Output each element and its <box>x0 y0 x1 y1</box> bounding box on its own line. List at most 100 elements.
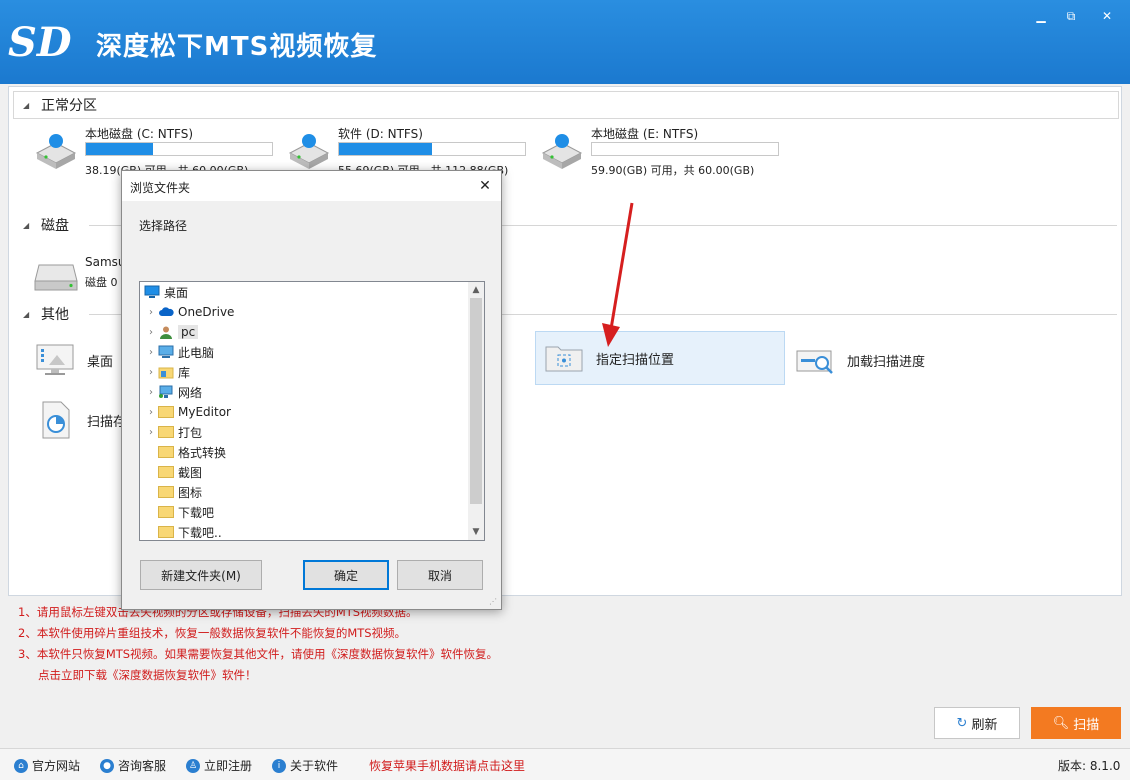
about-link[interactable]: i 关于软件 <box>272 757 338 774</box>
download-link[interactable]: 点击立即下载《深度数据恢复软件》软件！ <box>38 667 257 683</box>
drive-usage-bar <box>338 142 526 156</box>
tree-item[interactable]: 桌面 <box>140 282 466 302</box>
folder-scan-icon <box>542 338 586 378</box>
collapse-triangle-icon: ◢ <box>23 220 30 230</box>
computer-icon <box>158 345 174 359</box>
title-bar: SD 深度松下MTS视频恢复 ▁ ⧉ ✕ <box>0 0 1130 84</box>
hard-drive-icon <box>541 134 583 169</box>
expand-chevron-icon[interactable]: › <box>144 422 158 442</box>
tree-item-label: 截图 <box>178 465 203 480</box>
close-button[interactable]: ✕ <box>1094 4 1120 28</box>
load-scan-progress[interactable]: 加载扫描进度 <box>793 333 925 387</box>
tree-item[interactable]: › 库 <box>144 362 470 382</box>
disk-name: Samsu <box>85 255 126 269</box>
close-icon: ✕ <box>1101 9 1113 23</box>
note-line-2: 2、本软件使用碎片重组技术，恢复一般数据恢复软件不能恢复的MTS视频。 <box>18 626 407 640</box>
folder-icon <box>158 405 174 419</box>
expand-chevron-icon[interactable]: › <box>144 362 158 382</box>
ok-button[interactable]: 确定 <box>303 560 389 590</box>
refresh-icon: ↻ <box>956 715 968 731</box>
dialog-title: 浏览文件夹 <box>130 181 191 195</box>
tree-item[interactable]: 格式转换 <box>144 442 470 462</box>
drive-e[interactable]: 本地磁盘 (E: NTFS) 59.90(GB) 可用，共 60.00(GB) <box>539 125 789 177</box>
minimize-button[interactable]: ▁ <box>1028 4 1054 28</box>
folder-tree[interactable]: 桌面 › OneDrive › pc › 此电脑 › 库 › 网络 › MyEd… <box>139 281 485 541</box>
tree-item-label: OneDrive <box>178 305 235 319</box>
tree-item[interactable]: › 此电脑 <box>144 342 470 362</box>
cloud-icon <box>158 305 174 319</box>
folder-icon <box>158 425 174 439</box>
tree-item[interactable]: › pc <box>144 322 470 342</box>
normal-partition-header-box <box>13 91 1119 119</box>
other-scan-saved[interactable]: 扫描存 <box>33 393 126 447</box>
dialog-body: 选择路径 桌面 › OneDrive › pc › 此电脑 › 库 › 网络 ›… <box>122 201 501 609</box>
about-label: 关于软件 <box>290 759 339 773</box>
tree-item[interactable]: › MyEditor <box>144 402 470 422</box>
home-icon: ⌂ <box>14 758 28 773</box>
info-icon: i <box>272 758 286 773</box>
expand-chevron-icon[interactable]: › <box>144 402 158 422</box>
tree-item[interactable]: 下载吧 <box>144 502 470 522</box>
tree-item-label: 桌面 <box>164 285 189 300</box>
customer-service-link[interactable]: ● 咨询客服 <box>100 757 166 774</box>
dialog-title-bar[interactable]: 浏览文件夹 ✕ <box>122 171 501 201</box>
load-progress-icon <box>793 340 837 380</box>
collapse-triangle-icon: ◢ <box>23 309 30 319</box>
expand-chevron-icon[interactable]: › <box>144 322 158 342</box>
specify-scan-location[interactable]: 指定扫描位置 <box>535 331 785 385</box>
scan-label: 扫描 <box>1073 717 1100 733</box>
customer-service-label: 咨询客服 <box>118 759 167 773</box>
minimize-icon: ▁ <box>1036 9 1046 23</box>
tree-item[interactable]: › 打包 <box>144 422 470 442</box>
tree-item-label: 格式转换 <box>178 445 227 460</box>
tree-item[interactable]: 下载吧.. <box>144 522 470 540</box>
app-logo-icon: SD <box>8 19 72 66</box>
iphone-recovery-link[interactable]: 恢复苹果手机数据请点击这里 <box>369 757 525 774</box>
expand-chevron-icon[interactable]: › <box>144 382 158 402</box>
app-title: 深度松下MTS视频恢复 <box>96 32 378 62</box>
folder-icon <box>158 505 174 519</box>
hard-drive-icon <box>35 134 77 169</box>
tree-scrollbar[interactable]: ▲ ▼ <box>468 282 484 540</box>
tree-item-label: 此电脑 <box>178 345 215 360</box>
expand-chevron-icon[interactable]: › <box>144 342 158 362</box>
resize-grip-icon[interactable]: ⋰ <box>489 597 499 607</box>
note-line-3: 3、本软件只恢复MTS视频。如果需要恢复其他文件，请使用《深度数据恢复软件》软件… <box>18 647 499 661</box>
official-website-link[interactable]: ⌂ 官方网站 <box>14 757 80 774</box>
new-folder-button[interactable]: 新建文件夹(M) <box>140 560 262 590</box>
desktop-icon <box>144 285 160 299</box>
refresh-button[interactable]: ↻ 刷新 <box>934 707 1020 739</box>
section-disk[interactable]: ◢ 磁盘 <box>23 215 69 235</box>
desktop-monitor-icon <box>33 340 77 380</box>
other-desktop[interactable]: 桌面 <box>33 333 113 387</box>
dialog-close-button[interactable]: ✕ <box>474 175 496 197</box>
restore-icon: ⧉ <box>1066 8 1076 23</box>
expand-chevron-icon[interactable]: › <box>144 302 158 322</box>
tree-item-label: 网络 <box>178 385 203 400</box>
tree-item-label: 下载吧 <box>178 505 215 520</box>
register-link[interactable]: ♙ 立即注册 <box>186 757 252 774</box>
scan-button[interactable]: 🔍︎ 扫描 <box>1031 707 1121 739</box>
scroll-down-icon[interactable]: ▼ <box>468 524 484 540</box>
scroll-up-icon[interactable]: ▲ <box>468 282 484 298</box>
tree-item[interactable]: 图标 <box>144 482 470 502</box>
desktop-label: 桌面 <box>87 354 114 370</box>
scroll-thumb[interactable] <box>470 298 482 504</box>
maximize-button[interactable]: ⧉ <box>1058 4 1084 28</box>
cancel-button[interactable]: 取消 <box>397 560 483 590</box>
dialog-description: 选择路径 <box>139 219 188 233</box>
hard-drive-icon <box>288 134 330 169</box>
section-title: 正常分区 <box>41 98 97 114</box>
tree-item[interactable]: 截图 <box>144 462 470 482</box>
section-other[interactable]: ◢ 其他 <box>23 304 69 324</box>
drive-usage-bar <box>85 142 273 156</box>
load-scan-progress-label: 加载扫描进度 <box>847 354 926 370</box>
scan-file-icon <box>33 400 77 440</box>
register-label: 立即注册 <box>204 759 253 773</box>
tree-item[interactable]: › 网络 <box>144 382 470 402</box>
version-label: 版本: 8.1.0 <box>1058 759 1121 773</box>
section-normal-partition[interactable]: ◢ 正常分区 <box>23 95 97 115</box>
drive-usage-fill <box>339 143 432 155</box>
tree-item[interactable]: › OneDrive <box>144 302 470 322</box>
official-website-label: 官方网站 <box>32 759 81 773</box>
